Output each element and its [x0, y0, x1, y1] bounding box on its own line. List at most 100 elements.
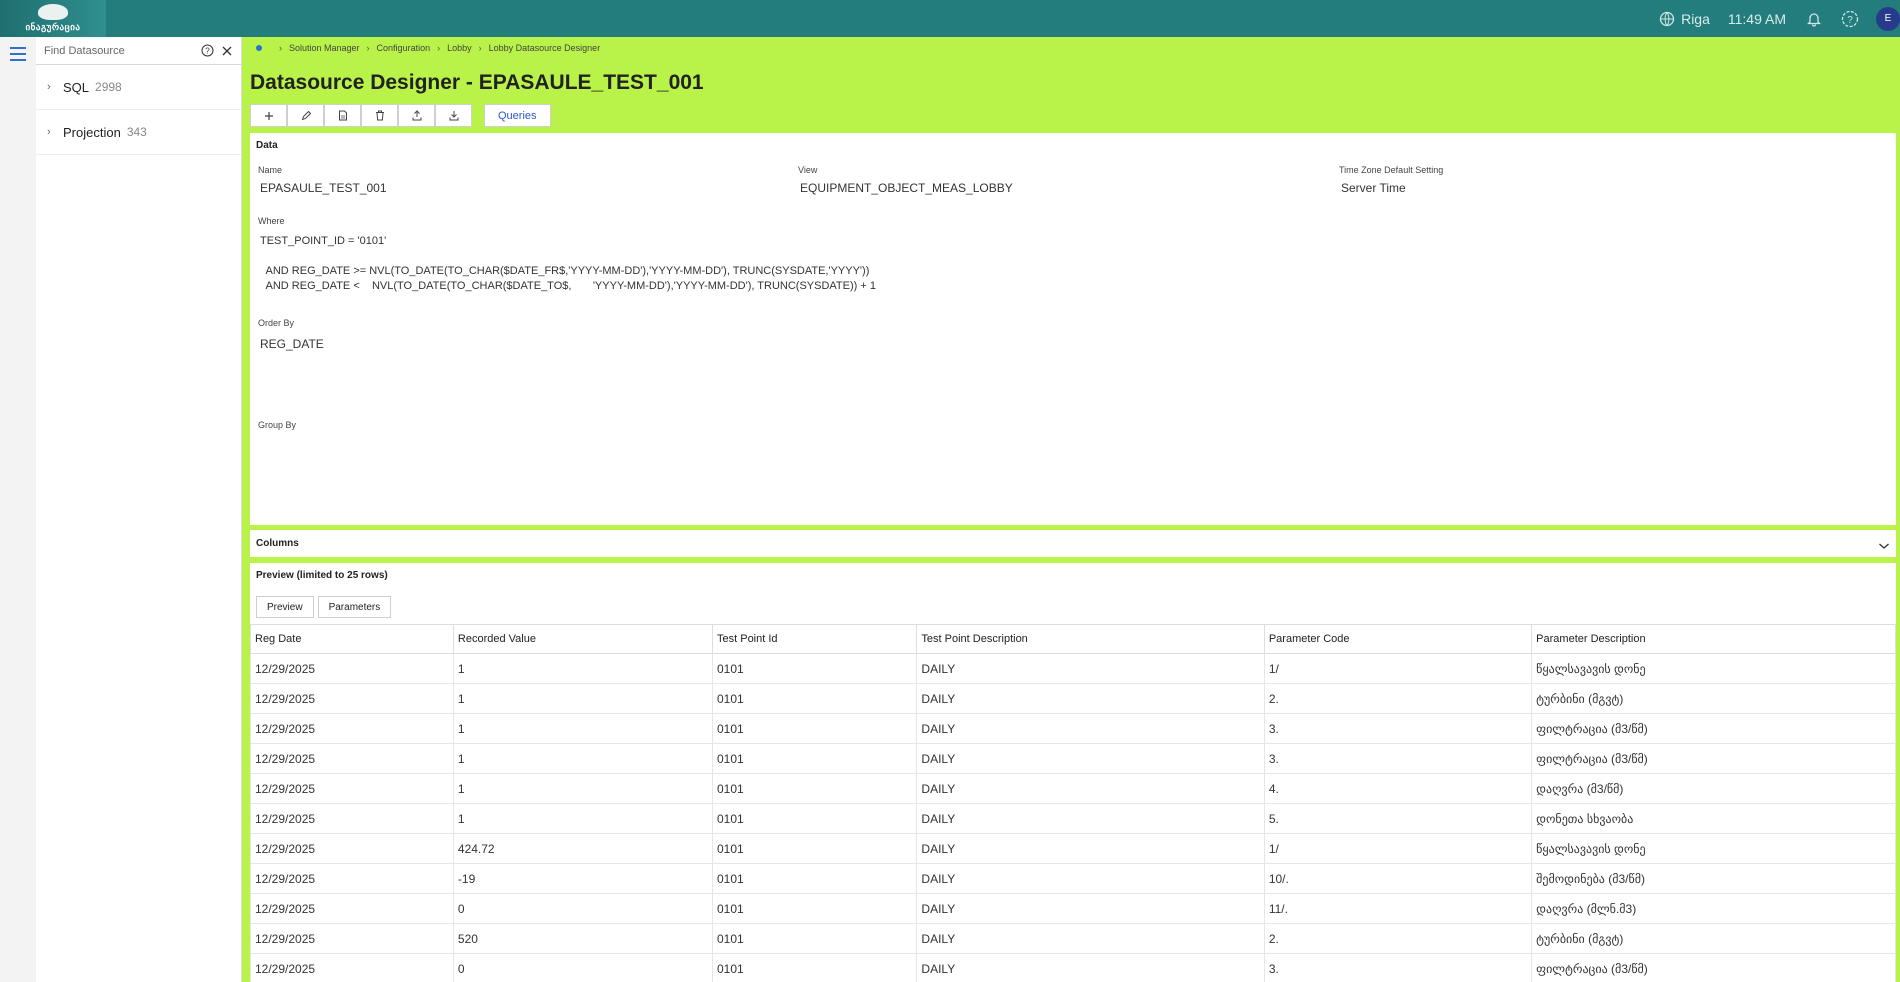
name-label: Name — [258, 165, 283, 175]
close-icon[interactable] — [219, 43, 235, 59]
table-cell: DAILY — [916, 743, 1265, 774]
breadcrumb-item[interactable]: Lobby Datasource Designer — [489, 43, 601, 53]
help-circle-icon[interactable]: ? — [199, 43, 215, 59]
table-row[interactable]: 12/29/2025 424.72 0101 DAILY 1/წყალსავავის დ… — [250, 833, 1896, 864]
table-cell: DAILY — [916, 893, 1265, 924]
where-line-3[interactable]: AND REG_DATE < NVL(TO_DATE(TO_CHAR($DATE… — [260, 279, 876, 294]
table-cell: 424.72 — [452, 833, 714, 864]
table-cell: -19 — [452, 863, 714, 894]
save-button[interactable] — [324, 104, 361, 127]
orderby-field[interactable]: REG_DATE — [260, 337, 324, 351]
table-row[interactable]: 12/29/2025 520 0101 DAILY 2. ტურბინი (მგვტ) — [250, 923, 1896, 954]
download-button[interactable] — [435, 104, 472, 127]
preview-card-heading: Preview (limited to 25 rows) — [256, 570, 388, 581]
name-field[interactable]: EPASAULE_TEST_001 — [260, 181, 387, 195]
where-line-2[interactable]: AND REG_DATE >= NVL(TO_DATE(TO_CHAR($DAT… — [260, 264, 870, 279]
column-header[interactable]: Test Point Description — [916, 624, 1265, 654]
table-row[interactable]: 12/29/2025 0 0101 DAILY 11/. დაღვრა (მლნ.მ3) — [250, 893, 1896, 924]
table-row[interactable]: 12/29/2025 1 0101 DAILY 3. ფილტრაცია (მ3/წმ) — [250, 713, 1896, 744]
column-header[interactable]: Test Point Id — [711, 624, 918, 654]
column-header[interactable]: Parameter Description — [1531, 624, 1896, 654]
table-cell: 1 — [452, 683, 714, 714]
preview-tabs: Preview Parameters — [256, 596, 395, 618]
table-row[interactable]: 12/29/2025 1 0101 DAILY 3. ფილტრაცია (მ3/წმ) — [250, 743, 1896, 774]
tree-item-sql[interactable]: › SQL 2998 — [36, 65, 241, 110]
breadcrumb-separator: › — [366, 43, 370, 53]
top-bar: ინაგურაცია Riga 11:49 AM ? E — [0, 0, 1900, 37]
table-cell: 11/. — [1263, 893, 1533, 924]
app-logo[interactable]: ინაგურაცია — [0, 0, 106, 37]
table-cell: DAILY — [916, 773, 1265, 804]
breadcrumb-item[interactable]: Lobby — [447, 43, 472, 53]
document-icon — [338, 110, 347, 121]
timezone-field[interactable]: Server Time — [1341, 181, 1406, 195]
view-field[interactable]: EQUIPMENT_OBJECT_MEAS_LOBBY — [800, 181, 1013, 195]
main-area: › Solution Manager › Configuration › Lob… — [242, 37, 1900, 982]
breadcrumb-item[interactable]: Configuration — [377, 43, 431, 53]
table-cell: 12/29/2025 — [250, 923, 454, 954]
view-label: View — [798, 165, 818, 175]
add-button[interactable] — [250, 104, 287, 127]
table-row[interactable]: 12/29/2025 1 0101 DAILY 5. დონეთა სხვაობა — [250, 803, 1896, 834]
table-row[interactable]: 12/29/2025 1 0101 DAILY 1/წყალსავავის დონე — [250, 653, 1896, 684]
upload-button[interactable] — [398, 104, 435, 127]
table-row[interactable]: 12/29/2025 -19 0101 DAILY 10/. შემოდინება (მ3… — [250, 863, 1896, 894]
table-cell: ტურბინი (მგვტ) — [1531, 923, 1896, 954]
table-cell: შემოდინება (მ3/წმ) — [1531, 863, 1896, 894]
preview-card: Preview (limited to 25 rows) Preview Par… — [250, 563, 1896, 982]
location-text: Riga — [1681, 10, 1710, 27]
delete-button[interactable] — [361, 104, 398, 127]
table-cell: 0101 — [711, 773, 918, 804]
table-cell: DAILY — [916, 713, 1265, 744]
column-header[interactable]: Parameter Code — [1263, 624, 1533, 654]
table-cell: DAILY — [916, 863, 1265, 894]
column-header[interactable]: Recorded Value — [452, 624, 714, 654]
queries-button[interactable]: Queries — [484, 104, 551, 127]
bell-icon[interactable] — [1804, 9, 1824, 29]
table-cell: 12/29/2025 — [250, 713, 454, 744]
svg-text:?: ? — [205, 47, 210, 56]
toolbar: Queries — [250, 104, 551, 127]
table-cell: 12/29/2025 — [250, 773, 454, 804]
table-cell: დონეთა სხვაობა — [1531, 803, 1896, 834]
download-icon — [449, 111, 458, 121]
tree-item-label: SQL — [63, 79, 90, 95]
table-cell: DAILY — [916, 803, 1265, 834]
find-datasource-input[interactable] — [44, 44, 195, 57]
svg-text:?: ? — [1847, 15, 1853, 26]
avatar[interactable]: E — [1876, 6, 1900, 31]
breadcrumb-item[interactable]: Solution Manager — [289, 43, 360, 53]
table-cell: 0101 — [711, 953, 918, 982]
breadcrumb-separator: › — [478, 43, 482, 53]
groupby-label: Group By — [258, 420, 297, 430]
table-cell: ფილტრაცია (მ3/წმ) — [1531, 743, 1896, 774]
table-row[interactable]: 12/29/2025 1 0101 DAILY 2. ტურბინი (მგვტ) — [250, 683, 1896, 714]
tab-preview[interactable]: Preview — [256, 596, 314, 618]
tab-parameters[interactable]: Parameters — [317, 596, 392, 618]
plus-icon — [264, 111, 273, 120]
table-cell: 0 — [452, 893, 714, 924]
table-cell: 0101 — [711, 833, 918, 864]
table-cell: 1/ — [1263, 833, 1533, 864]
globe-icon[interactable] — [1657, 9, 1677, 29]
table-cell: 10/. — [1263, 863, 1533, 894]
table-row[interactable]: 12/29/2025 1 0101 DAILY 4. დაღვრა (მ3/წმ) — [250, 773, 1896, 804]
where-line-1[interactable]: TEST_POINT_ID = '0101' — [260, 234, 386, 249]
column-header[interactable]: Reg Date — [250, 624, 454, 654]
table-header-row: Reg Date Recorded Value Test Point Id Te… — [250, 624, 1896, 654]
orderby-label: Order By — [258, 318, 295, 328]
columns-card[interactable]: Columns — [250, 530, 1896, 557]
breadcrumb: › Solution Manager › Configuration › Lob… — [256, 43, 600, 53]
data-card: Data Name EPASAULE_TEST_001 View EQUIPME… — [250, 133, 1896, 525]
home-dot-icon[interactable] — [256, 45, 262, 51]
edit-button[interactable] — [287, 104, 324, 127]
tree-item-projection[interactable]: › Projection 343 — [36, 110, 241, 155]
menu-icon[interactable] — [10, 47, 26, 61]
chevron-down-icon[interactable] — [1878, 538, 1890, 556]
help-icon[interactable]: ? — [1840, 9, 1860, 29]
table-cell: 1 — [452, 713, 714, 744]
table-cell: 12/29/2025 — [250, 863, 454, 894]
table-row[interactable]: 12/29/2025 0 0101 DAILY 3. ფილტრაცია (მ3/წმ) — [250, 953, 1896, 982]
datasource-sidebar: ? › SQL 2998 › Projection 343 — [36, 37, 242, 982]
logo-text: ინაგურაცია — [25, 22, 81, 32]
